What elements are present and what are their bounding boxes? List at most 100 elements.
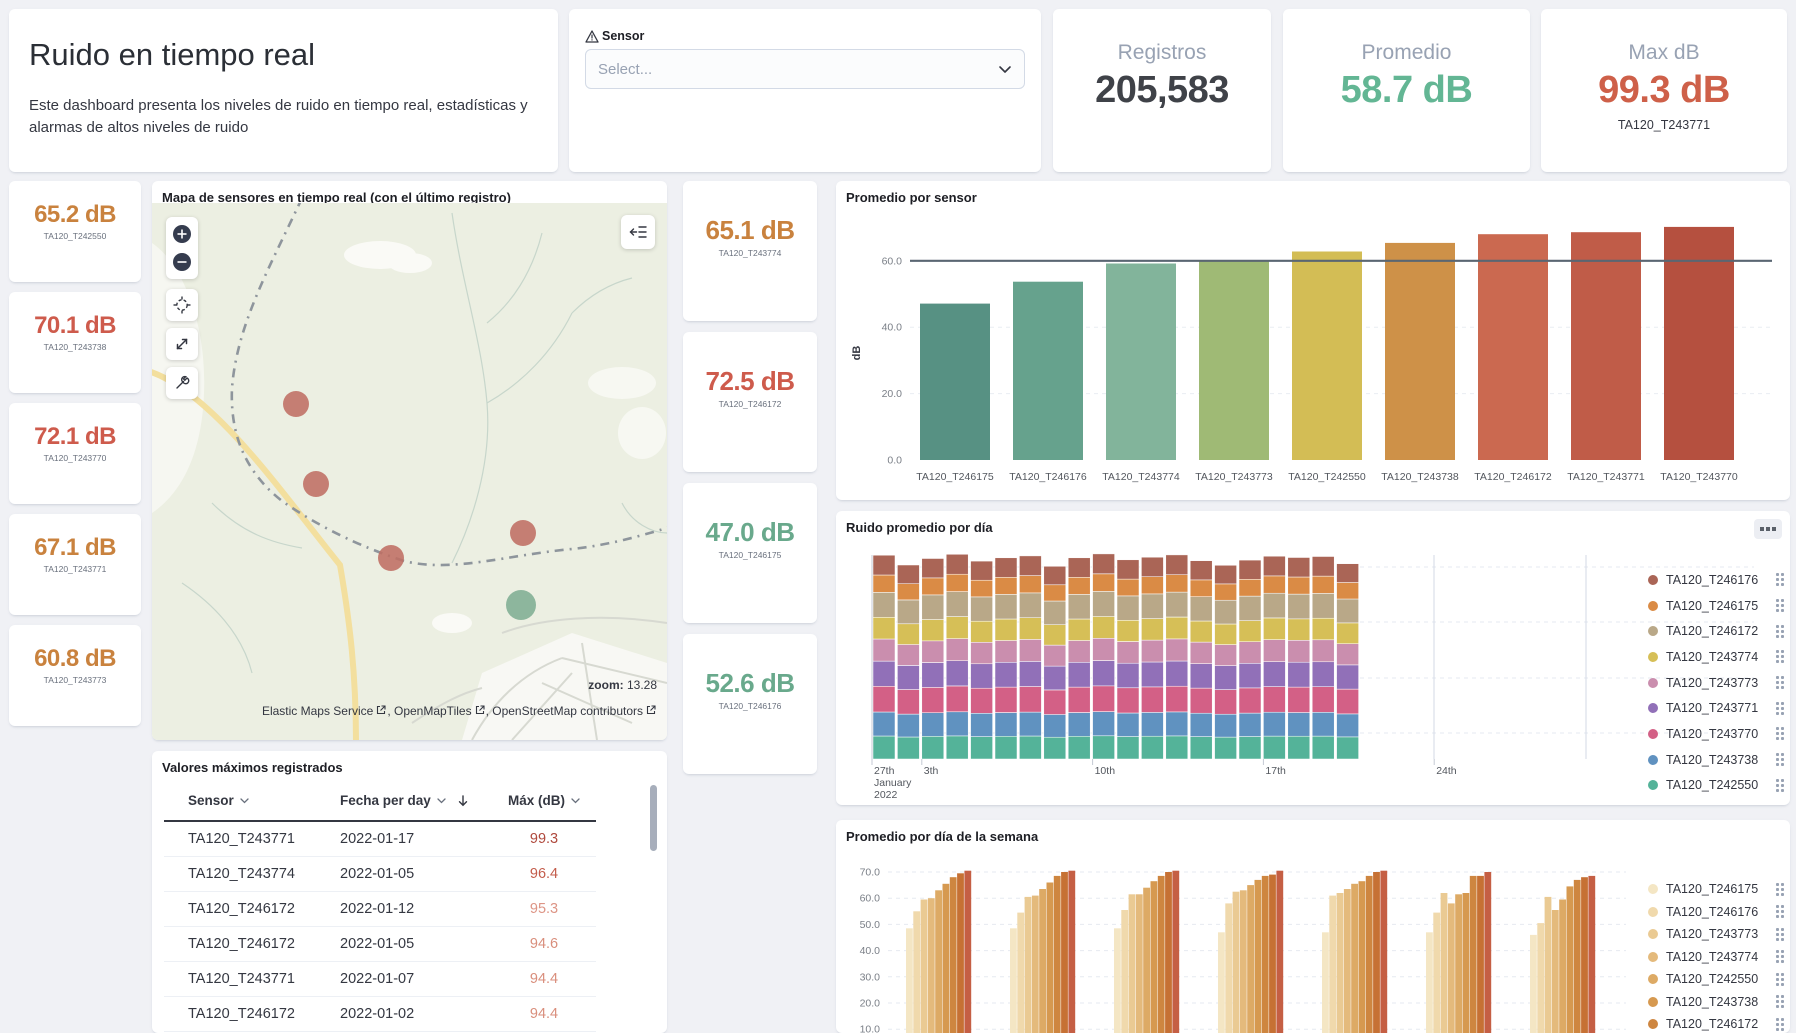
- map-fullscreen-button[interactable]: [166, 328, 198, 360]
- sensor-metric-name: TA120_T246175: [683, 550, 817, 560]
- sensor-metric-value: 65.2 dB: [9, 201, 141, 229]
- svg-text:10.0: 10.0: [860, 1024, 881, 1033]
- legend-item[interactable]: TA120_T243738: [1648, 991, 1784, 1014]
- legend-label: TA120_T243774: [1666, 650, 1770, 664]
- attribution-link[interactable]: Elastic Maps Service: [262, 704, 373, 718]
- svg-text:0.0: 0.0: [887, 455, 902, 467]
- metric-label: Registros: [1118, 41, 1207, 65]
- metric-card-promedio: Promedio 58.7 dB: [1283, 9, 1530, 172]
- sensor-select-placeholder: Select...: [598, 61, 652, 78]
- dashboard-header-card: Ruido en tiempo real Este dashboard pres…: [9, 9, 558, 172]
- legend-item[interactable]: TA120_T246175: [1648, 593, 1784, 619]
- legend-actions-icon[interactable]: [1776, 650, 1784, 663]
- map-sensor-marker[interactable]: [378, 545, 404, 571]
- legend-actions-icon[interactable]: [1776, 753, 1784, 766]
- dashboard-page: Ruido en tiempo real Este dashboard pres…: [0, 0, 1796, 1033]
- sensor-select[interactable]: Select...: [585, 49, 1025, 89]
- column-header-fecha[interactable]: Fecha per day: [316, 793, 492, 808]
- sensor-metric-card: 72.5 dB TA120_T246172: [683, 332, 817, 472]
- metric-sublabel: TA120_T243771: [1618, 118, 1710, 132]
- zoom-in-button[interactable]: [172, 224, 192, 244]
- sensor-metric-value: 52.6 dB: [683, 668, 817, 699]
- legend-color-dot: [1648, 626, 1658, 636]
- map-sensor-marker[interactable]: [506, 590, 536, 620]
- legend-label: TA120_T246172: [1666, 1017, 1770, 1031]
- legend-actions-icon[interactable]: [1776, 625, 1784, 638]
- daily-noise-chart[interactable]: 27th3th10th17th24thJanuary2022: [836, 511, 1790, 810]
- table-scrollbar[interactable]: [650, 785, 657, 851]
- legend-actions-icon[interactable]: [1776, 1018, 1784, 1031]
- legend-item[interactable]: TA120_T246176: [1648, 901, 1784, 924]
- legend-item[interactable]: TA120_T246172: [1648, 1013, 1784, 1033]
- svg-text:60.0: 60.0: [860, 893, 881, 905]
- cell-date: 2022-01-05: [316, 936, 492, 952]
- svg-text:20.0: 20.0: [860, 998, 881, 1010]
- legend-item[interactable]: TA120_T243774: [1648, 946, 1784, 969]
- zoom-out-button[interactable]: [172, 252, 192, 272]
- legend-item[interactable]: TA120_T242550: [1648, 968, 1784, 991]
- legend-item[interactable]: TA120_T242550: [1648, 773, 1784, 799]
- legend-actions-icon[interactable]: [1776, 702, 1784, 715]
- attribution-link[interactable]: OpenMapTiles: [394, 704, 472, 718]
- legend-item[interactable]: TA120_T246172: [1648, 618, 1784, 644]
- legend-label: TA120_T243773: [1666, 927, 1770, 941]
- legend-item[interactable]: TA120_T243773: [1648, 670, 1784, 696]
- sensor-metric-value: 65.1 dB: [683, 215, 817, 246]
- svg-text:TA120_T242550: TA120_T242550: [1288, 471, 1366, 483]
- map-legend-toggle-button[interactable]: [621, 215, 655, 249]
- table-row: TA120_T243774 2022-01-05 96.4: [164, 857, 596, 892]
- legend-color-dot: [1648, 729, 1658, 739]
- legend-actions-icon[interactable]: [1776, 995, 1784, 1008]
- legend-item[interactable]: TA120_T243738: [1648, 747, 1784, 773]
- legend-actions-icon[interactable]: [1776, 928, 1784, 941]
- cell-max: 94.6: [492, 936, 596, 952]
- cell-sensor: TA120_T243771: [164, 831, 316, 847]
- map-sensor-marker[interactable]: [510, 520, 536, 546]
- metric-value: 99.3 dB: [1598, 69, 1730, 112]
- sensor-metric-card: 72.1 dB TA120_T243770: [9, 403, 141, 504]
- map-locate-button[interactable]: [166, 289, 198, 321]
- avg-by-sensor-chart[interactable]: 0.020.040.060.0TA120_T246175TA120_T24617…: [836, 181, 1790, 505]
- legend-item[interactable]: TA120_T243773: [1648, 923, 1784, 946]
- map-tools-button[interactable]: [166, 367, 198, 399]
- legend-label: TA120_T243770: [1666, 727, 1770, 741]
- weekday-avg-chart[interactable]: 10.020.030.040.050.060.070.0: [836, 820, 1790, 1033]
- legend-actions-icon[interactable]: [1776, 883, 1784, 896]
- legend-item[interactable]: TA120_T246176: [1648, 567, 1784, 593]
- legend-item[interactable]: TA120_T246175: [1648, 878, 1784, 901]
- column-header-sensor[interactable]: Sensor: [164, 793, 316, 808]
- warning-triangle-icon: [585, 30, 599, 43]
- sensor-metric-value: 72.1 dB: [9, 423, 141, 451]
- legend-actions-icon[interactable]: [1776, 779, 1784, 792]
- map-canvas[interactable]: [152, 203, 667, 740]
- svg-text:27th: 27th: [874, 765, 895, 777]
- svg-text:70.0: 70.0: [860, 867, 881, 879]
- external-link-icon: [373, 704, 387, 718]
- table-row: TA120_T243771 2022-01-17 99.3: [164, 822, 596, 857]
- legend-actions-icon[interactable]: [1776, 676, 1784, 689]
- legend-actions-icon[interactable]: [1776, 905, 1784, 918]
- column-header-max[interactable]: Máx (dB): [492, 793, 596, 808]
- legend-actions-icon[interactable]: [1776, 727, 1784, 740]
- cell-date: 2022-01-12: [316, 901, 492, 917]
- sensor-metric-name: TA120_T243773: [9, 675, 141, 685]
- legend-actions-icon[interactable]: [1776, 599, 1784, 612]
- attribution-link[interactable]: OpenStreetMap contributors: [492, 704, 643, 718]
- legend-item[interactable]: TA120_T243774: [1648, 644, 1784, 670]
- cell-max: 95.3: [492, 901, 596, 917]
- map-sensor-marker[interactable]: [303, 471, 329, 497]
- legend-label: TA120_T243738: [1666, 995, 1770, 1009]
- legend-item[interactable]: TA120_T243771: [1648, 695, 1784, 721]
- sensor-metric-card: 65.1 dB TA120_T243774: [683, 181, 817, 321]
- legend-actions-icon[interactable]: [1776, 573, 1784, 586]
- map-sensor-marker[interactable]: [283, 391, 309, 417]
- legend-actions-icon[interactable]: [1776, 950, 1784, 963]
- legend-label: TA120_T243773: [1666, 676, 1770, 690]
- map-attribution: Elastic Maps Service, OpenMapTiles, Open…: [262, 704, 657, 718]
- cell-max: 96.4: [492, 866, 596, 882]
- chevron-down-icon: [998, 65, 1012, 74]
- cell-max: 94.4: [492, 1006, 596, 1022]
- legend-actions-icon[interactable]: [1776, 973, 1784, 986]
- map-zoom-label: zoom:: [588, 678, 623, 692]
- legend-item[interactable]: TA120_T243770: [1648, 721, 1784, 747]
